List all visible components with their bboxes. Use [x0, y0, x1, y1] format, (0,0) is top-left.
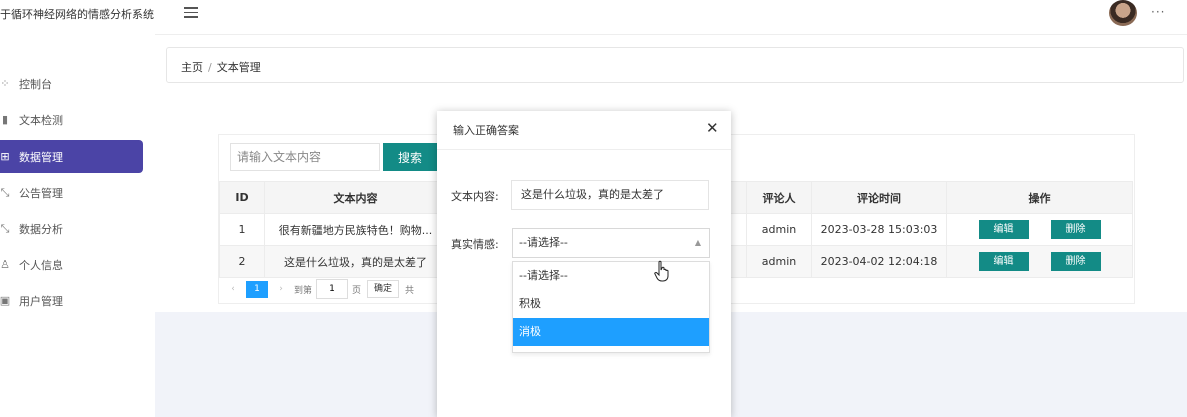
- text-content-field[interactable]: 这是什么垃圾，真的是太差了: [511, 180, 709, 210]
- sentiment-label: 真实情感:: [451, 238, 499, 251]
- user-icon: ♙: [0, 258, 10, 271]
- close-icon[interactable]: ✕: [706, 119, 719, 137]
- goto-confirm-button[interactable]: 确定: [367, 280, 400, 298]
- sidebar-item-label: 用户管理: [19, 294, 63, 308]
- grid-icon: ⊞: [0, 150, 10, 163]
- cell-user: admin: [746, 245, 812, 278]
- sentiment-select-value: --请选择--: [519, 236, 568, 249]
- total-label: 共: [405, 285, 415, 296]
- sentiment-dropdown: --请选择-- 积极 消极: [512, 261, 710, 353]
- search-button[interactable]: 搜索: [383, 143, 437, 171]
- option-please-select[interactable]: --请选择--: [513, 262, 709, 290]
- option-positive[interactable]: 积极: [513, 290, 709, 318]
- breadcrumb-separator: /: [208, 61, 212, 74]
- cell-actions: 编辑 删除: [946, 245, 1133, 278]
- sidebar-item-label: 文本检测: [19, 113, 63, 127]
- sidebar-item-label: 个人信息: [19, 258, 63, 272]
- avatar[interactable]: [1109, 0, 1137, 26]
- sidebar-item-data-management[interactable]: ⊞ 数据管理: [0, 140, 143, 173]
- breadcrumb-home[interactable]: 主页: [181, 61, 203, 74]
- modal-title: 输入正确答案: [453, 124, 519, 137]
- bar-chart-icon: ▮: [1, 113, 9, 126]
- text-content-label: 文本内容:: [451, 190, 499, 203]
- app-title: 于循环神经网络的情感分析系统: [0, 8, 154, 21]
- prev-page-button[interactable]: ‹: [226, 284, 240, 294]
- sidebar-item-profile[interactable]: ♙ 个人信息: [0, 248, 143, 281]
- sidebar-item-label: 数据分析: [19, 222, 63, 236]
- sidebar-item-user-management[interactable]: ▣ 用户管理: [0, 284, 143, 317]
- cell-time: 2023-03-28 15:03:03: [811, 213, 947, 246]
- next-page-button[interactable]: ›: [274, 284, 288, 294]
- sidebar-item-data-analysis[interactable]: ⤡ 数据分析: [0, 212, 143, 245]
- expand-icon: ⤡: [0, 185, 10, 199]
- sidebar-item-label: 公告管理: [19, 186, 63, 200]
- cell-id: 2: [219, 245, 265, 278]
- modal-header: 输入正确答案 ✕: [437, 111, 731, 150]
- col-header-user: 评论人: [746, 181, 812, 214]
- col-header-time: 评论时间: [811, 181, 947, 214]
- current-page[interactable]: 1: [246, 280, 268, 298]
- goto-page-input[interactable]: [316, 279, 349, 299]
- user-card-icon: ▣: [0, 294, 11, 307]
- search-input[interactable]: [230, 143, 380, 171]
- cell-actions: 编辑 删除: [946, 213, 1133, 246]
- cell-user: admin: [746, 213, 812, 246]
- sidebar-item-text-detection[interactable]: ▮ 文本检测: [0, 103, 143, 136]
- hand-cursor-icon: [654, 260, 669, 282]
- dashboard-icon: ⁘: [0, 77, 10, 90]
- sidebar: ⁘ 控制台 ▮ 文本检测 ⊞ 数据管理 ⤡ 公告管理 ⤡ 数据分析 ♙ 个人信息…: [0, 34, 155, 417]
- sidebar-item-label: 控制台: [19, 77, 52, 91]
- sidebar-item-dashboard[interactable]: ⁘ 控制台: [0, 67, 143, 100]
- page-unit-label: 页: [352, 285, 362, 296]
- chevron-up-icon: ▲: [694, 238, 701, 247]
- cell-id: 1: [219, 213, 265, 246]
- breadcrumb-panel: 主页 / 文本管理: [166, 47, 1184, 83]
- cell-text: 很有新疆地方民族特色！购物...: [264, 213, 447, 246]
- cell-text: 这是什么垃圾，真的是太差了: [264, 245, 447, 278]
- col-header-id: ID: [219, 181, 265, 214]
- delete-button[interactable]: 删除: [1050, 220, 1101, 239]
- top-header: 于循环神经网络的情感分析系统 ···: [0, 0, 1187, 35]
- sidebar-item-announcements[interactable]: ⤡ 公告管理: [0, 176, 143, 209]
- option-negative[interactable]: 消极: [513, 318, 709, 346]
- col-header-actions: 操作: [946, 181, 1133, 214]
- expand-icon: ⤡: [0, 221, 10, 235]
- pagination: ‹ 1 › 到第 页 确定 共: [226, 279, 415, 299]
- edit-button[interactable]: 编辑: [978, 220, 1029, 239]
- sentiment-select[interactable]: --请选择-- ▲: [512, 228, 710, 258]
- hamburger-icon[interactable]: [184, 4, 198, 18]
- breadcrumb-current: 文本管理: [216, 61, 261, 74]
- answer-modal: 输入正确答案 ✕ 文本内容: 这是什么垃圾，真的是太差了 真实情感: --请选择…: [437, 111, 731, 417]
- breadcrumb: 主页 / 文本管理: [181, 59, 261, 75]
- more-icon[interactable]: ···: [1151, 5, 1165, 19]
- edit-button[interactable]: 编辑: [978, 252, 1029, 271]
- cell-time: 2023-04-02 12:04:18: [811, 245, 947, 278]
- goto-label: 到第: [294, 285, 313, 296]
- col-header-text: 文本内容: [264, 181, 447, 214]
- sidebar-item-label: 数据管理: [19, 150, 63, 164]
- delete-button[interactable]: 删除: [1050, 252, 1101, 271]
